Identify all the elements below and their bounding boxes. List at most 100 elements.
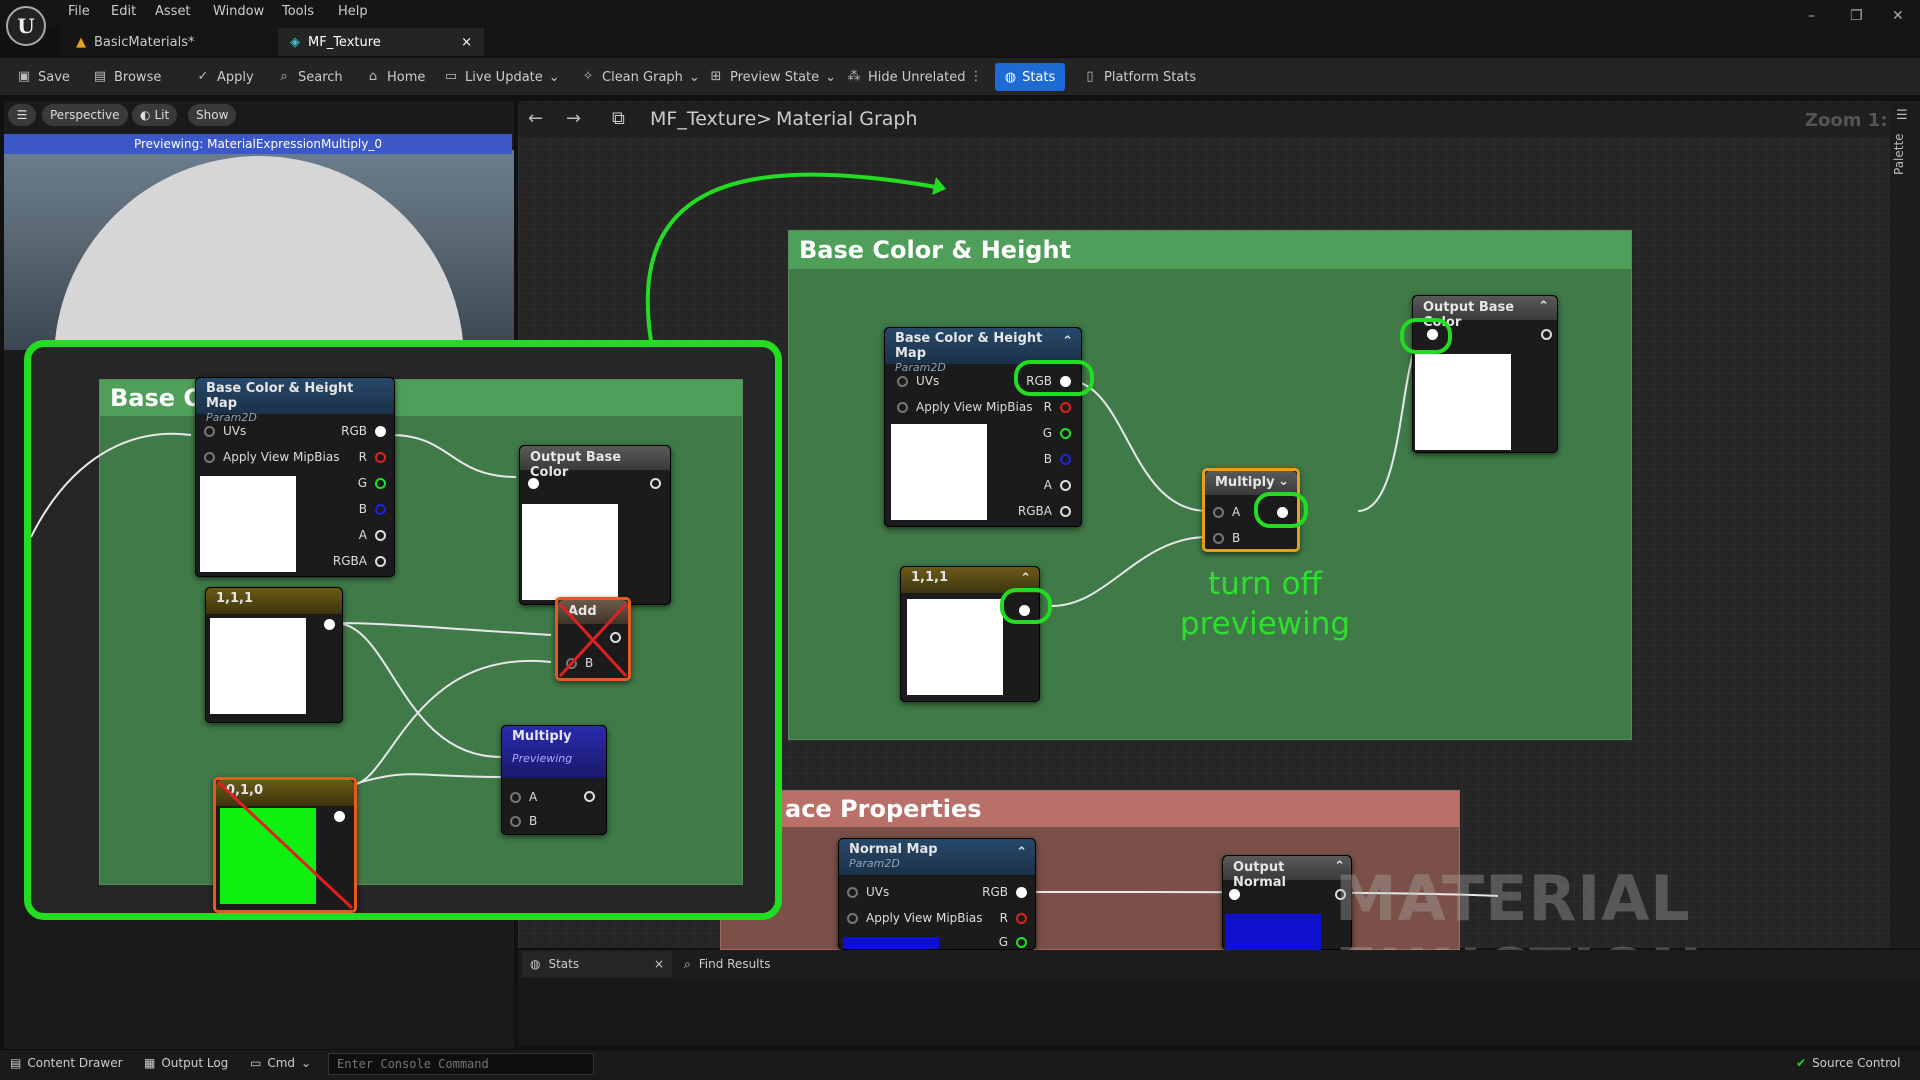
inset-node-constant-010: 0,1,0 bbox=[213, 777, 357, 913]
palette-tab[interactable]: Palette bbox=[1892, 133, 1906, 175]
viewport-menu-icon[interactable]: ☰ bbox=[8, 104, 36, 126]
node-normal-map[interactable]: Normal Map ⌃ Param2D UVs Apply View MipB… bbox=[838, 838, 1036, 950]
pin-output[interactable] bbox=[1541, 329, 1552, 340]
inset-node-multiply-previewing: Multiply Previewing A B bbox=[501, 725, 607, 835]
lit-button[interactable]: ◐ Lit bbox=[132, 104, 178, 126]
tab-basicmaterials[interactable]: ▲ BasicMaterials* bbox=[64, 28, 274, 56]
lit-icon: ◐ bbox=[140, 108, 151, 122]
material-function-icon: ◈ bbox=[290, 34, 300, 50]
menu-file[interactable]: File bbox=[68, 4, 90, 19]
browse-button[interactable]: ▤ Browse bbox=[92, 66, 162, 88]
search-icon: ⌕ bbox=[280, 69, 288, 84]
texture-preview bbox=[891, 424, 987, 520]
close-icon[interactable]: × bbox=[654, 957, 664, 971]
clean-graph-dropdown[interactable]: ✧ Clean Graph ⌄ bbox=[580, 66, 700, 88]
inset-node-add: Add B bbox=[555, 597, 631, 681]
collapse-icon[interactable]: ⌃ bbox=[1016, 845, 1027, 860]
node-title: 1,1,1 bbox=[911, 570, 949, 585]
pin-uvs[interactable]: UVs bbox=[897, 374, 939, 388]
console-input[interactable] bbox=[328, 1053, 594, 1075]
menu-window[interactable]: Window bbox=[213, 4, 264, 19]
show-button[interactable]: Show bbox=[188, 104, 237, 126]
pin-uvs[interactable]: UVs bbox=[847, 885, 889, 899]
menu-help[interactable]: Help bbox=[338, 4, 368, 19]
source-control-button[interactable]: ✔ Source Control bbox=[1796, 1056, 1900, 1070]
platform-stats-button[interactable]: ▯ Platform Stats bbox=[1082, 66, 1196, 88]
collapse-icon[interactable]: ⌃ bbox=[1538, 299, 1549, 314]
menu-edit[interactable]: Edit bbox=[111, 4, 136, 19]
pin-r[interactable]: R bbox=[1044, 400, 1071, 414]
close-window-button[interactable]: ✕ bbox=[1892, 8, 1904, 24]
search-button[interactable]: ⌕ Search bbox=[276, 66, 342, 88]
pin-b[interactable]: B bbox=[1213, 531, 1240, 545]
preview-state-dropdown[interactable]: ⊞ Preview State ⌄ bbox=[708, 66, 837, 88]
normal-preview bbox=[1225, 914, 1321, 950]
tab-mf-texture[interactable]: ◈ MF_Texture × bbox=[278, 28, 484, 56]
folder-icon: ▤ bbox=[93, 69, 107, 84]
save-button[interactable]: ▣ Save bbox=[16, 66, 70, 88]
collapse-icon[interactable]: ⌃ bbox=[1020, 571, 1031, 586]
node-output-normal[interactable]: Output Normal ⌃ bbox=[1222, 855, 1352, 950]
unreal-logo-icon[interactable]: U bbox=[6, 6, 46, 46]
pin-input[interactable] bbox=[1229, 889, 1240, 900]
tab-stats[interactable]: ◍ Stats × bbox=[522, 951, 672, 977]
node-base-color-height-map[interactable]: Base Color & Height Map ⌃ Param2D UVs Ap… bbox=[884, 327, 1082, 527]
annotation-turn-off-previewing: turn off previewing bbox=[1179, 566, 1351, 642]
collapse-icon[interactable]: ⌃ bbox=[1062, 334, 1073, 349]
hide-unrelated-icon: ⁂ bbox=[847, 69, 861, 84]
apply-button[interactable]: ✓ Apply bbox=[195, 66, 254, 88]
node-title: Output Normal bbox=[1233, 860, 1286, 890]
node-title: Base Color & Height Map bbox=[895, 331, 1043, 361]
live-update-dropdown[interactable]: ▭ Live Update ⌄ bbox=[443, 66, 560, 88]
menu-asset[interactable]: Asset bbox=[155, 4, 191, 19]
content-drawer-button[interactable]: ▤ Content Drawer bbox=[10, 1056, 123, 1070]
home-button[interactable]: ⌂ Home bbox=[365, 66, 426, 88]
cmd-icon: ▭ bbox=[250, 1056, 262, 1070]
pin-mipbias[interactable]: Apply View MipBias bbox=[897, 400, 1032, 414]
pin-g[interactable]: G bbox=[999, 935, 1027, 949]
restore-button[interactable]: ❐ bbox=[1850, 8, 1863, 24]
palette-side-panel[interactable] bbox=[1890, 101, 1920, 948]
minimize-button[interactable]: – bbox=[1808, 8, 1815, 24]
pin-a[interactable]: A bbox=[1213, 505, 1240, 519]
material-icon: ▲ bbox=[76, 34, 86, 50]
pin-mipbias[interactable]: Apply View MipBias bbox=[847, 911, 982, 925]
inset-node-constant-111: 1,1,1 bbox=[205, 587, 343, 723]
palette-menu-icon[interactable]: ☰ bbox=[1896, 108, 1908, 123]
platform-stats-icon: ▯ bbox=[1086, 69, 1094, 84]
home-icon: ⌂ bbox=[368, 69, 378, 84]
color-preview bbox=[907, 599, 1003, 695]
source-control-icon: ✔ bbox=[1796, 1056, 1807, 1070]
hide-unrelated-button[interactable]: ⁂ Hide Unrelated bbox=[846, 66, 966, 88]
chevron-down-icon[interactable]: ⌄ bbox=[1278, 474, 1289, 489]
color-preview bbox=[1415, 354, 1511, 450]
toolbar-more-icon[interactable]: ⋮ bbox=[968, 66, 984, 88]
pin-b[interactable]: B bbox=[1044, 452, 1071, 466]
chevron-down-icon: ⌄ bbox=[301, 1056, 312, 1070]
cross-out-mark bbox=[558, 602, 628, 678]
search-icon: ⌕ bbox=[684, 956, 691, 971]
preview-state-icon: ⊞ bbox=[710, 69, 722, 84]
tab-find-results[interactable]: ⌕ Find Results bbox=[684, 951, 770, 977]
menu-tools[interactable]: Tools bbox=[282, 4, 314, 19]
output-log-button[interactable]: ▦ Output Log bbox=[144, 1056, 228, 1070]
content-drawer-icon: ▤ bbox=[10, 1056, 22, 1070]
pin-rgba[interactable]: RGBA bbox=[1018, 504, 1071, 518]
pin-rgb[interactable]: RGB bbox=[982, 885, 1027, 899]
chevron-down-icon: ⌄ bbox=[825, 69, 837, 85]
highlight-multiply-output bbox=[1254, 492, 1308, 528]
pin-a[interactable]: A bbox=[1044, 478, 1071, 492]
cmd-dropdown[interactable]: ▭ Cmd ⌄ bbox=[250, 1056, 311, 1070]
stats-button[interactable]: ◍ Stats bbox=[995, 63, 1065, 91]
pin-g[interactable]: G bbox=[1043, 426, 1071, 440]
stats-icon: ◍ bbox=[1004, 69, 1017, 85]
pin-r[interactable]: R bbox=[1000, 911, 1027, 925]
live-update-icon: ▭ bbox=[444, 69, 458, 84]
node-constant-111[interactable]: 1,1,1 ⌃ bbox=[900, 566, 1040, 702]
output-log-icon: ▦ bbox=[144, 1056, 156, 1070]
previewing-banner: Previewing: MaterialExpressionMultiply_0 bbox=[4, 134, 512, 154]
normal-preview bbox=[843, 937, 939, 949]
perspective-button[interactable]: Perspective bbox=[42, 104, 128, 126]
chevron-down-icon: ⌄ bbox=[548, 69, 560, 85]
close-tab-icon[interactable]: × bbox=[461, 35, 472, 50]
